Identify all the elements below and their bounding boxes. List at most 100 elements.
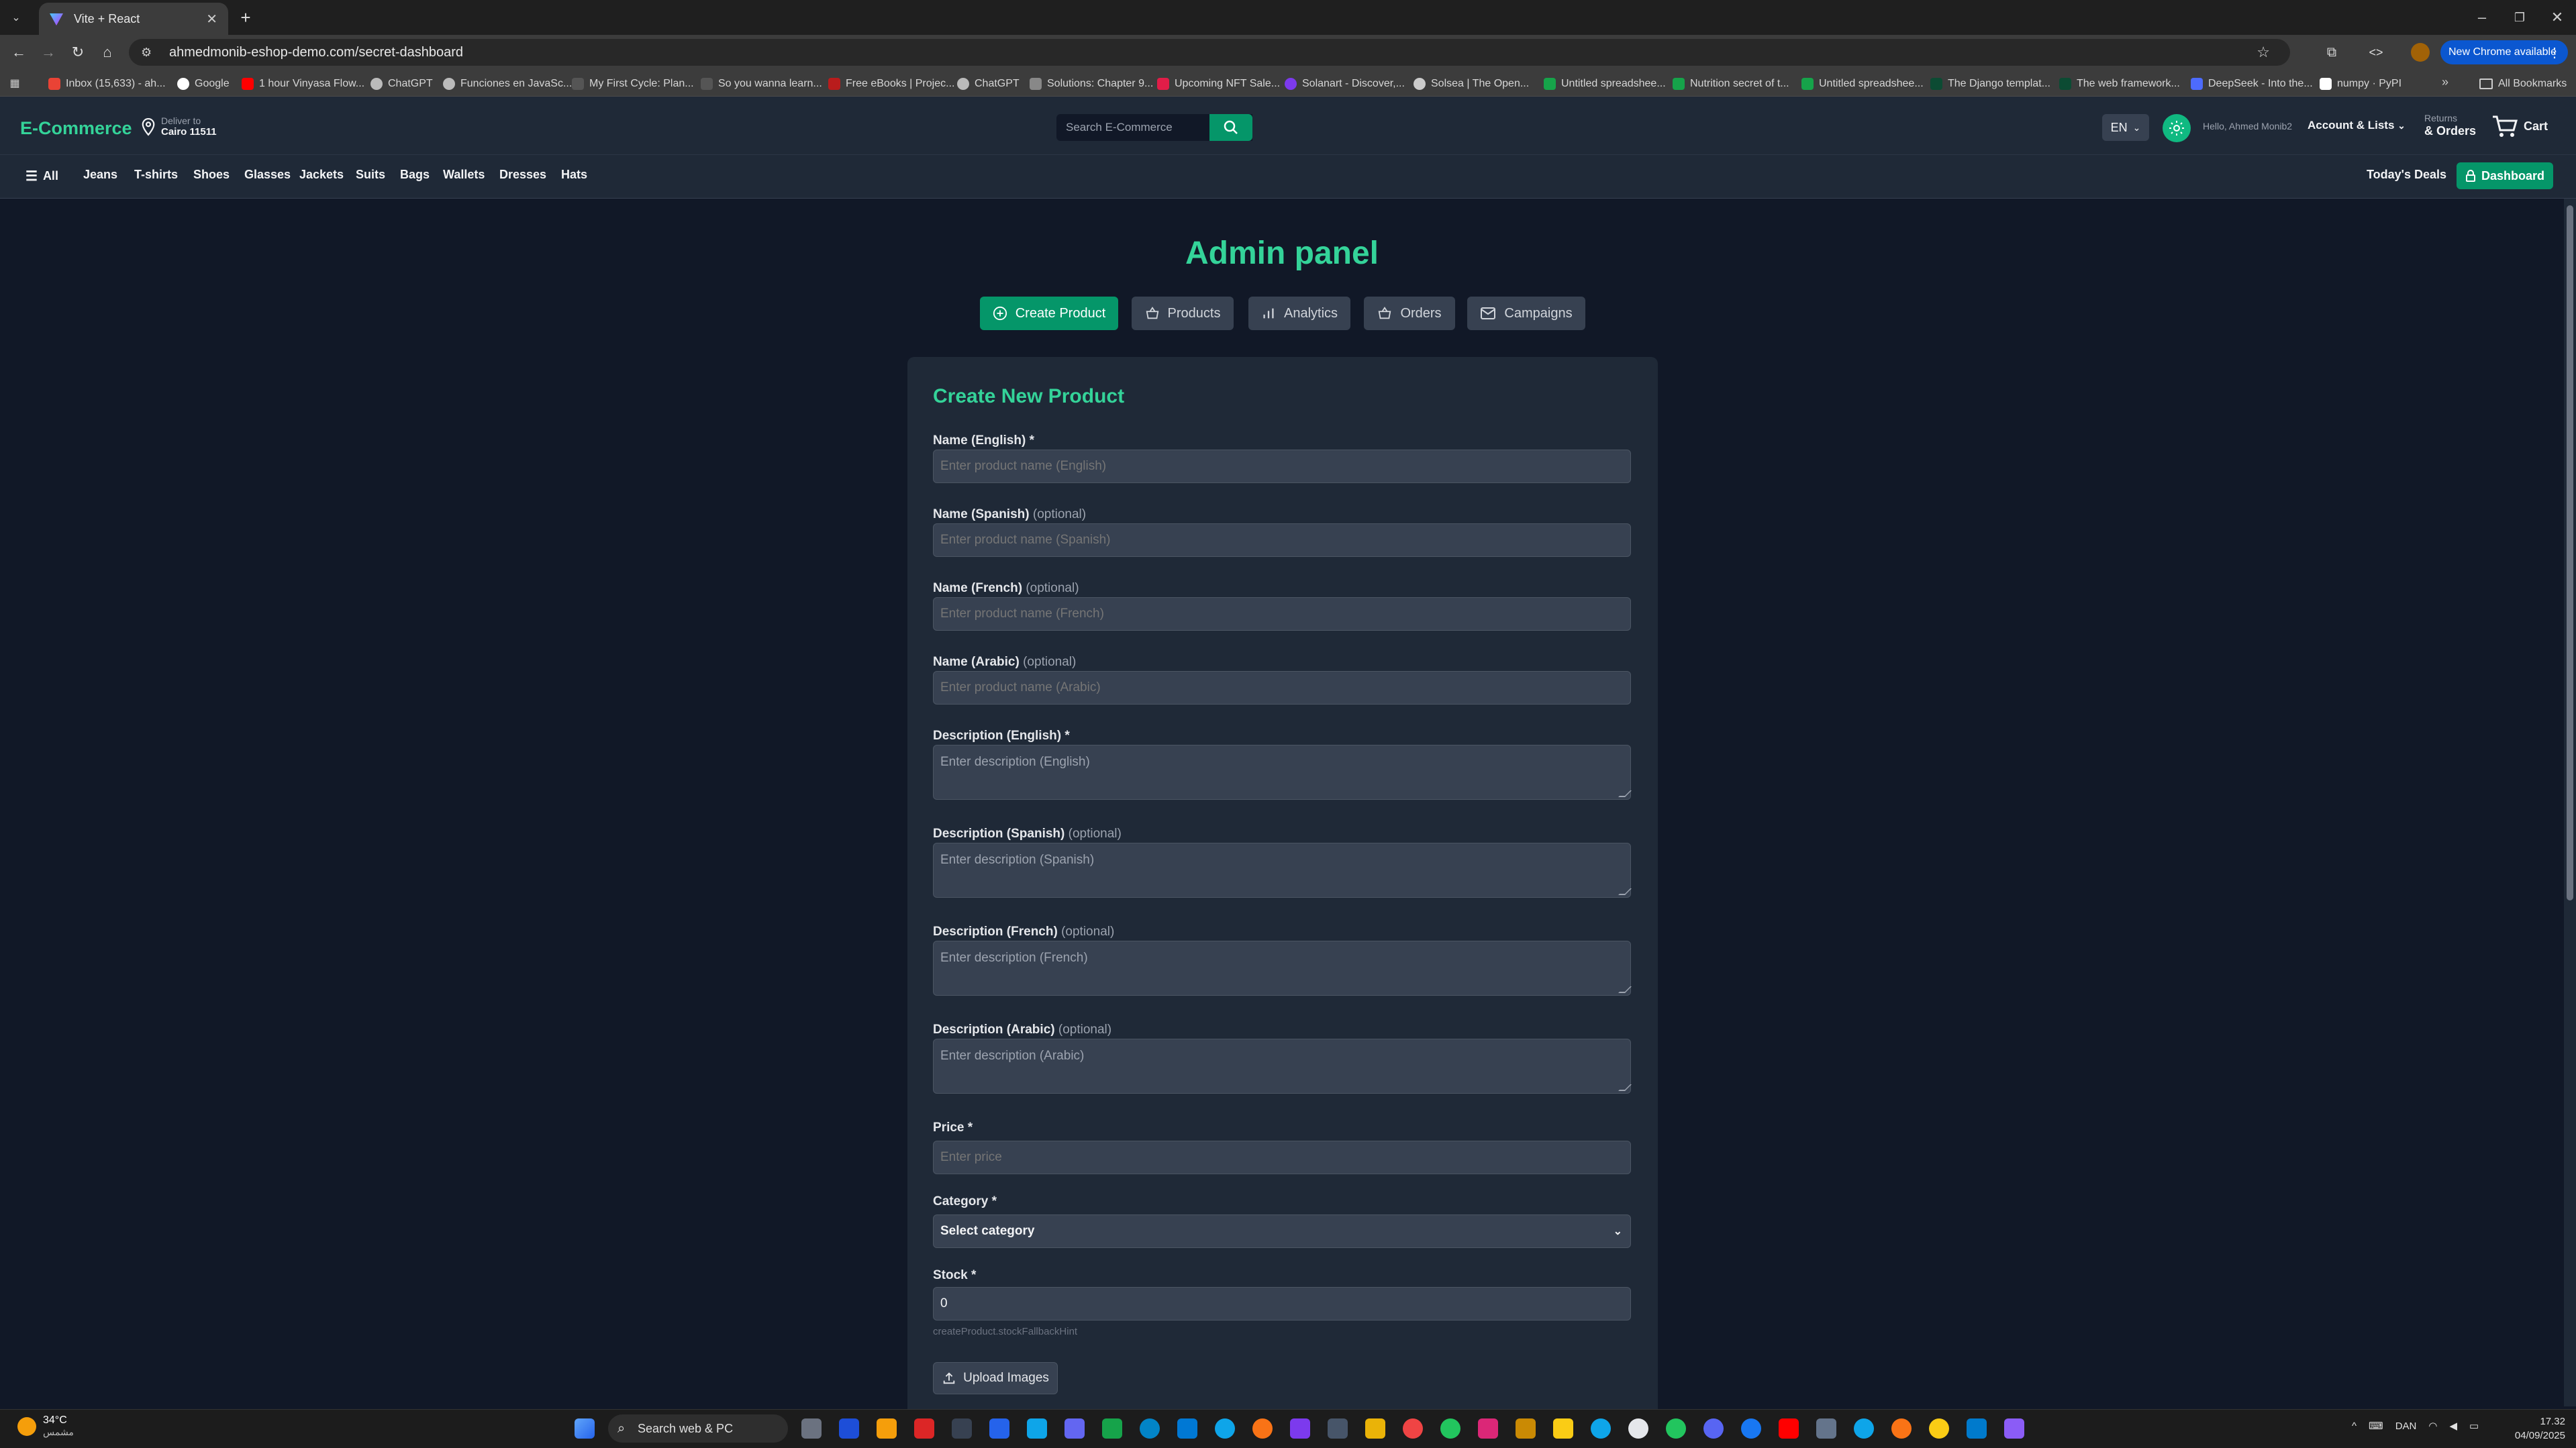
app-icon[interactable] [1328, 1418, 1348, 1439]
tab-orders[interactable]: Orders [1364, 297, 1455, 330]
nav-item-jeans[interactable]: Jeans [83, 168, 117, 182]
teams-icon[interactable] [1064, 1418, 1085, 1439]
bookmark-item[interactable]: Untitled spreadshee... [1544, 75, 1666, 93]
bookmark-item[interactable]: Inbox (15,633) - ah... [48, 75, 166, 93]
app-icon[interactable] [1628, 1418, 1648, 1439]
bookmark-item[interactable]: Free eBooks | Projec... [828, 75, 954, 93]
bookmark-item[interactable]: Solanart - Discover,... [1285, 75, 1405, 93]
nav-item-wallets[interactable]: Wallets [443, 168, 485, 182]
bookmark-item[interactable]: DeepSeek - Into the... [2191, 75, 2313, 93]
close-tab-icon[interactable]: ✕ [206, 11, 217, 28]
home-icon[interactable]: ⌂ [98, 43, 117, 62]
account-lists-menu[interactable]: Account & Lists ⌄ [2308, 119, 2406, 132]
cart-link[interactable]: Cart [2491, 114, 2548, 138]
address-bar[interactable]: ⚙ ahmedmonib-eshop-demo.com/secret-dashb… [129, 39, 2290, 66]
app-icon[interactable] [1102, 1418, 1122, 1439]
theme-toggle[interactable] [2163, 114, 2191, 142]
app-icon[interactable] [1854, 1418, 1874, 1439]
price-input[interactable] [933, 1141, 1631, 1174]
chevron-up-icon[interactable]: ^ [2352, 1420, 2357, 1432]
resize-handle-icon[interactable] [1618, 888, 1632, 895]
nav-item-tshirts[interactable]: T-shirts [134, 168, 178, 182]
discord-icon[interactable] [1703, 1418, 1724, 1439]
app-icon[interactable] [914, 1418, 934, 1439]
scrollbar-thumb[interactable] [2567, 205, 2573, 900]
name-spanish-input[interactable] [933, 523, 1631, 557]
language-select[interactable]: EN ⌄ [2102, 114, 2149, 141]
wifi-icon[interactable]: ◠ [2428, 1420, 2437, 1432]
minimize-icon[interactable]: – [2463, 5, 2501, 30]
search-button[interactable] [1209, 114, 1252, 141]
whatsapp-icon[interactable] [1666, 1418, 1686, 1439]
task-view-icon[interactable] [801, 1418, 822, 1439]
system-clock[interactable]: 17.32 04/09/2025 [2504, 1414, 2565, 1443]
site-info-icon[interactable]: ⚙ [141, 46, 152, 60]
browser-tab-active[interactable]: Vite + React ✕ [39, 3, 228, 35]
bookmark-item[interactable]: Solutions: Chapter 9... [1030, 75, 1153, 93]
resize-handle-icon[interactable] [1618, 790, 1632, 797]
nav-item-glasses[interactable]: Glasses [244, 168, 291, 182]
description-spanish-textarea[interactable]: Enter description (Spanish) [933, 843, 1632, 898]
firefox-icon[interactable] [1252, 1418, 1273, 1439]
edge-icon[interactable] [1140, 1418, 1160, 1439]
description-arabic-textarea[interactable]: Enter description (Arabic) [933, 1039, 1632, 1094]
battery-icon[interactable]: ▭ [2469, 1420, 2479, 1432]
tab-analytics[interactable]: Analytics [1248, 297, 1350, 330]
keyboard-language[interactable]: DAN [2395, 1420, 2417, 1432]
instagram-icon[interactable] [1478, 1418, 1498, 1439]
file-explorer-icon[interactable] [1365, 1418, 1385, 1439]
forward-icon[interactable]: → [39, 43, 58, 62]
tab-products[interactable]: Products [1132, 297, 1234, 330]
nav-item-bags[interactable]: Bags [400, 168, 430, 182]
sticky-notes-icon[interactable] [1553, 1418, 1573, 1439]
site-logo[interactable]: E-Commerce [20, 118, 132, 139]
apps-grid-icon[interactable]: ▦ [8, 76, 21, 90]
name-english-input[interactable] [933, 450, 1631, 483]
bookmark-item[interactable]: My First Cycle: Plan... [572, 75, 694, 93]
bookmark-item[interactable]: Solsea | The Open... [1414, 75, 1529, 93]
terminal-icon[interactable] [952, 1418, 972, 1439]
description-english-textarea[interactable]: Enter description (English) [933, 745, 1632, 800]
more-bookmarks-icon[interactable]: » [2442, 75, 2448, 89]
resize-handle-icon[interactable] [1618, 986, 1632, 993]
all-bookmarks[interactable]: All Bookmarks [2479, 75, 2567, 93]
maximize-icon[interactable]: ❐ [2501, 5, 2538, 30]
nav-item-hats[interactable]: Hats [561, 168, 587, 182]
bookmark-item[interactable]: The web framework... [2059, 75, 2180, 93]
bookmark-item[interactable]: Nutrition secret of t... [1673, 75, 1789, 93]
deliver-to-location[interactable]: Deliver to Cairo 11511 [141, 115, 217, 138]
vscode-icon[interactable] [1967, 1418, 1987, 1439]
bookmark-item[interactable]: So you wanna learn... [701, 75, 822, 93]
copilot-icon[interactable] [2004, 1418, 2024, 1439]
bookmark-item[interactable]: Untitled spreadshee... [1801, 75, 1924, 93]
tab-campaigns[interactable]: Campaigns [1467, 297, 1585, 330]
youtube-icon[interactable] [1779, 1418, 1799, 1439]
extensions-icon[interactable]: ⧉ [2322, 43, 2341, 62]
nav-item-jackets[interactable]: Jackets [299, 168, 344, 182]
app-icon[interactable] [989, 1418, 1009, 1439]
volume-icon[interactable]: ◀ [2449, 1420, 2457, 1432]
edge-icon[interactable] [1215, 1418, 1235, 1439]
bookmark-item[interactable]: Upcoming NFT Sale... [1157, 75, 1280, 93]
app-icon[interactable] [1290, 1418, 1310, 1439]
nav-item-dresses[interactable]: Dresses [499, 168, 546, 182]
devtools-icon[interactable]: <> [2367, 43, 2385, 62]
weather-widget[interactable]: 34°C مشمس [17, 1414, 74, 1438]
resize-handle-icon[interactable] [1618, 1084, 1632, 1091]
tab-list-icon[interactable]: ⌄ [8, 9, 24, 25]
bookmark-item[interactable]: ChatGPT [370, 75, 433, 93]
reload-icon[interactable]: ↻ [68, 43, 87, 62]
returns-orders-link[interactable]: Returns & Orders [2424, 113, 2476, 138]
dashboard-button[interactable]: Dashboard [2457, 162, 2553, 189]
nav-item-suits[interactable]: Suits [356, 168, 385, 182]
back-icon[interactable]: ← [9, 43, 28, 62]
description-french-textarea[interactable]: Enter description (French) [933, 941, 1632, 996]
bookmark-item[interactable]: numpy · PyPI [2320, 75, 2401, 93]
name-french-input[interactable] [933, 597, 1631, 631]
chrome-icon[interactable] [1929, 1418, 1949, 1439]
stock-input[interactable]: 0 [933, 1287, 1631, 1321]
app-icon[interactable] [1891, 1418, 1912, 1439]
nav-item-shoes[interactable]: Shoes [193, 168, 230, 182]
profile-avatar[interactable] [2411, 43, 2430, 62]
app-icon[interactable] [1516, 1418, 1536, 1439]
